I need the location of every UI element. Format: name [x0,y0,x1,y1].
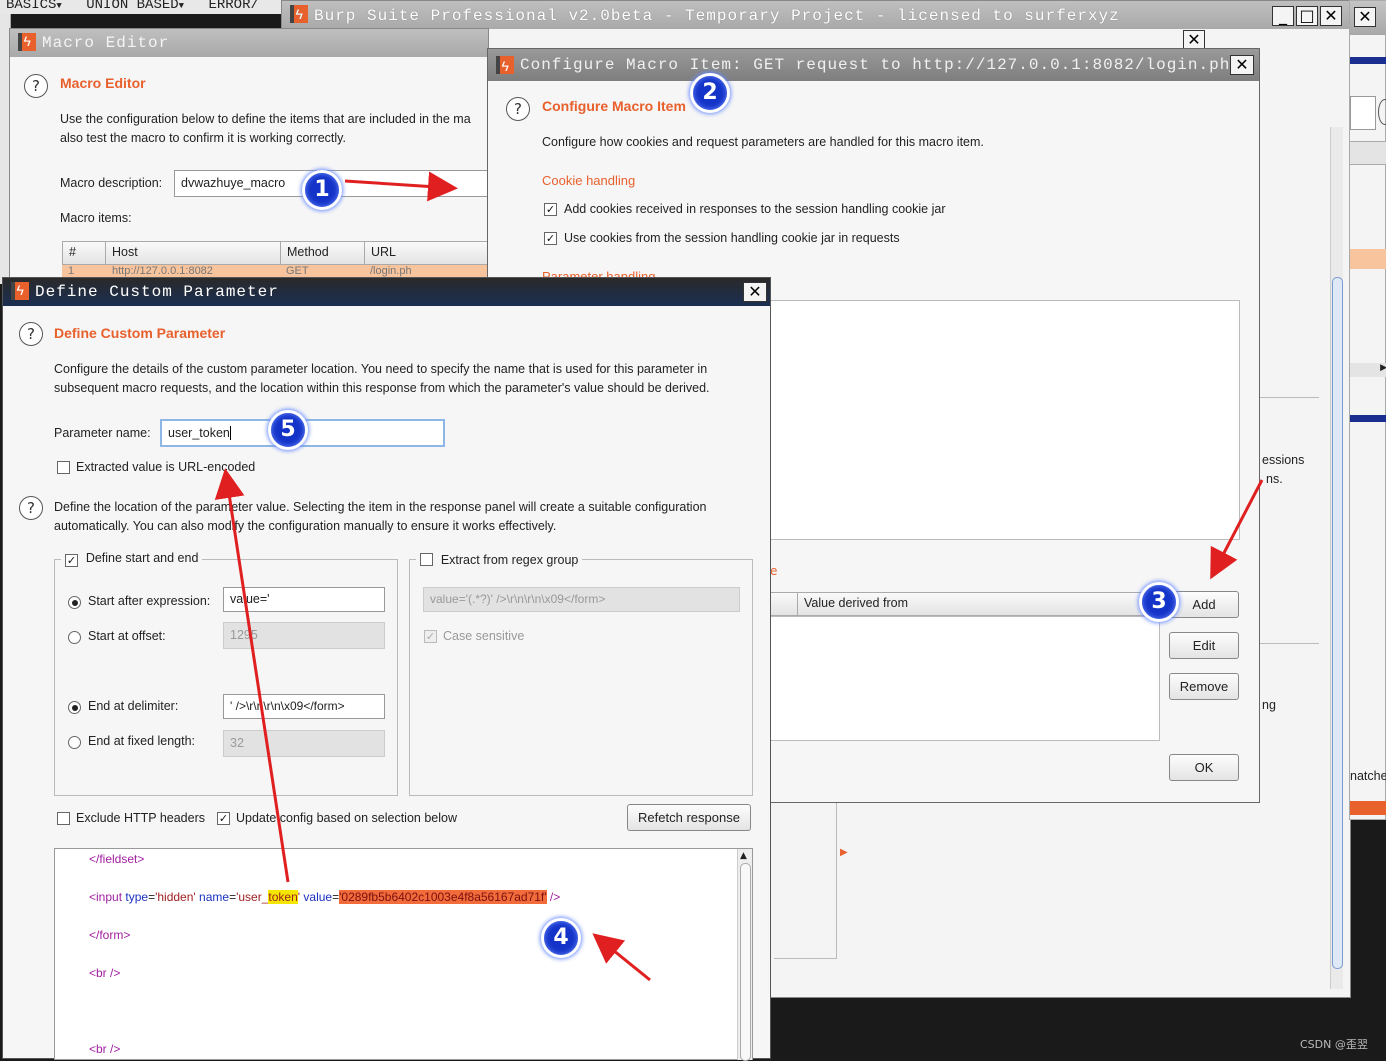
watermark: CSDN @歪翌 [1300,1038,1368,1051]
annotation-badge-2: 2 [690,73,730,113]
arrow-4 [592,933,651,982]
annotation-badge-1: 1 [302,170,342,210]
annotation-arrows [214,171,1264,982]
arrow-1 [344,171,458,202]
annotation-badge-3: 3 [1139,582,1179,622]
arrow-3 [1210,479,1264,580]
annotation-badge-5: 5 [268,410,308,450]
annotation-badge-4: 4 [541,918,581,958]
arrow-5 [214,468,290,883]
